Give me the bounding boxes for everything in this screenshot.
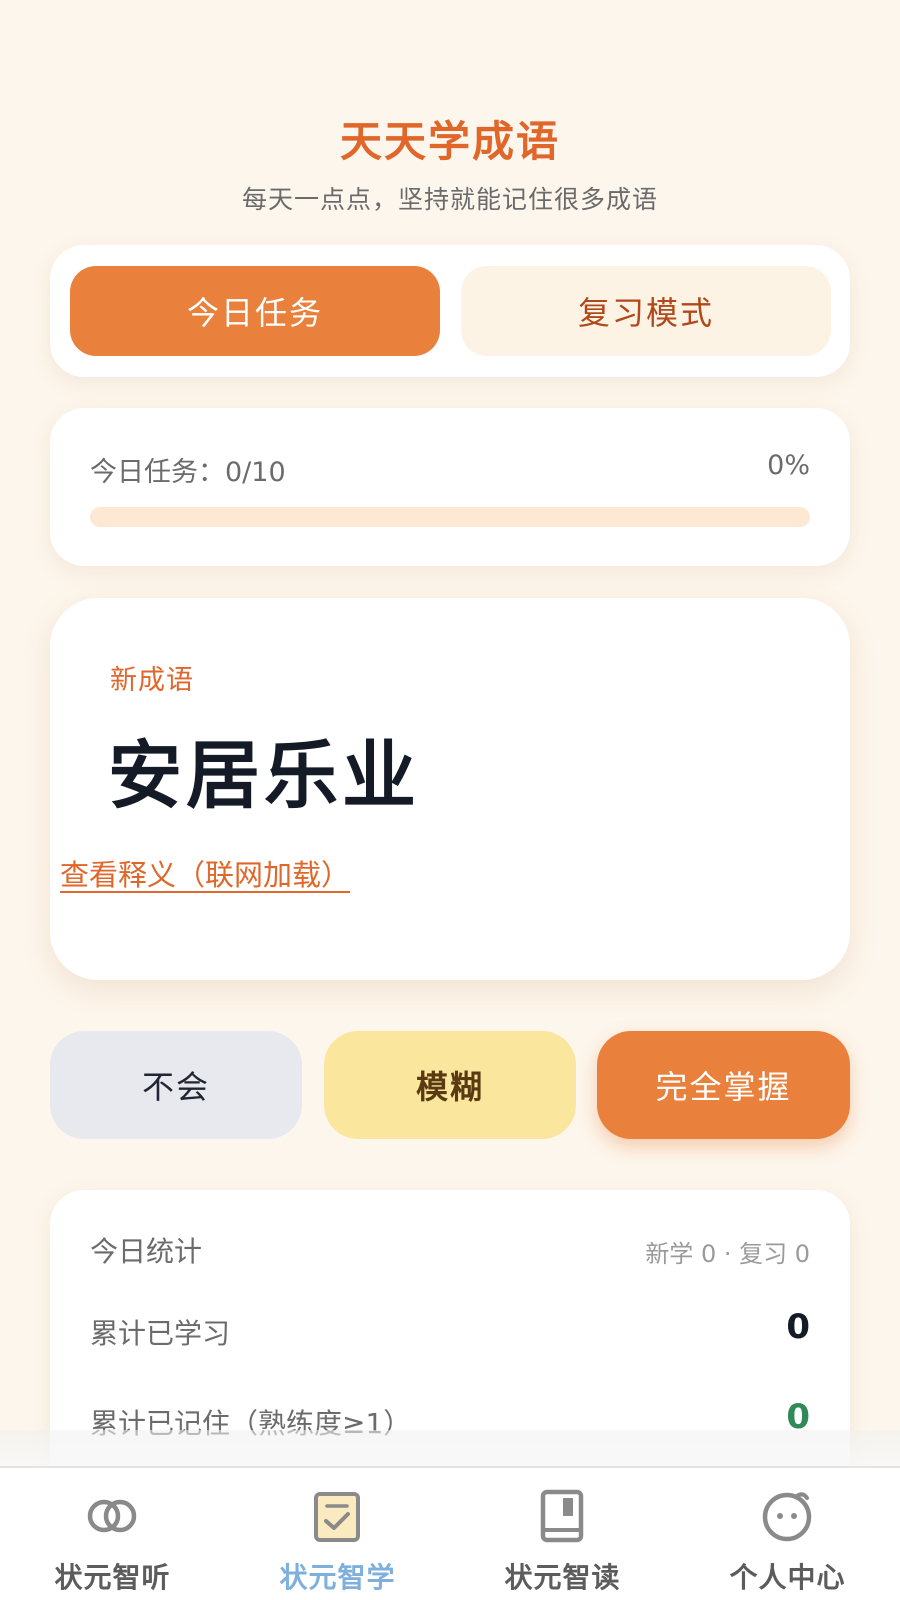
mastered-button[interactable]: 完全掌握 [597, 1031, 850, 1139]
mode-switch: 今日任务 复习模式 [50, 245, 850, 377]
nav-label-listen: 状元智听 [54, 1561, 171, 1594]
book-icon [540, 1489, 584, 1543]
face-icon [762, 1492, 812, 1542]
nav-item-learn[interactable]: 状元智学 [225, 1468, 450, 1600]
today-task-tab[interactable]: 今日任务 [70, 266, 440, 356]
checklist-icon [314, 1492, 360, 1542]
progress-label: 今日任务：0/10 [90, 457, 286, 488]
bottom-nav: 状元智听 状元智学 状元智读 个人中心 [0, 1466, 900, 1600]
nav-label-read: 状元智读 [504, 1561, 621, 1594]
page-subtitle: 每天一点点，坚持就能记住很多成语 [241, 185, 658, 214]
progress-percent: 0% [767, 450, 810, 481]
fuzzy-button[interactable]: 模糊 [324, 1031, 576, 1139]
idiom-tag: 新成语 [110, 665, 194, 696]
stat-total-learned-value: 0 [786, 1307, 810, 1347]
page-title: 天天学成语 [339, 117, 560, 166]
dont-know-button[interactable]: 不会 [50, 1031, 302, 1139]
review-mode-tab[interactable]: 复习模式 [461, 266, 831, 356]
progress-bar [90, 507, 810, 527]
idiom-word: 安居乐业 [108, 733, 420, 819]
nav-item-profile[interactable]: 个人中心 [675, 1468, 900, 1600]
nav-item-read[interactable]: 状元智读 [450, 1468, 675, 1600]
view-definition-link[interactable]: 查看释义（联网加载） [60, 852, 350, 894]
nav-fade-overlay [0, 1430, 900, 1468]
idiom-learning-screen: 天天学成语 每天一点点，坚持就能记住很多成语 今日任务 复习模式 今日任务：0/… [0, 0, 900, 1600]
nav-item-listen[interactable]: 状元智听 [0, 1468, 225, 1600]
stat-total-learned-label: 累计已学习 [90, 1317, 231, 1350]
nav-label-profile: 个人中心 [729, 1561, 846, 1594]
stats-summary: 新学 0 · 复习 0 [645, 1240, 810, 1268]
stats-title: 今日统计 [90, 1235, 203, 1268]
nav-label-learn: 状元智学 [279, 1561, 396, 1594]
idiom-card: 新成语 安居乐业 [50, 598, 850, 980]
progress-card: 今日任务：0/10 0% [50, 408, 850, 566]
rings-icon [87, 1499, 137, 1533]
